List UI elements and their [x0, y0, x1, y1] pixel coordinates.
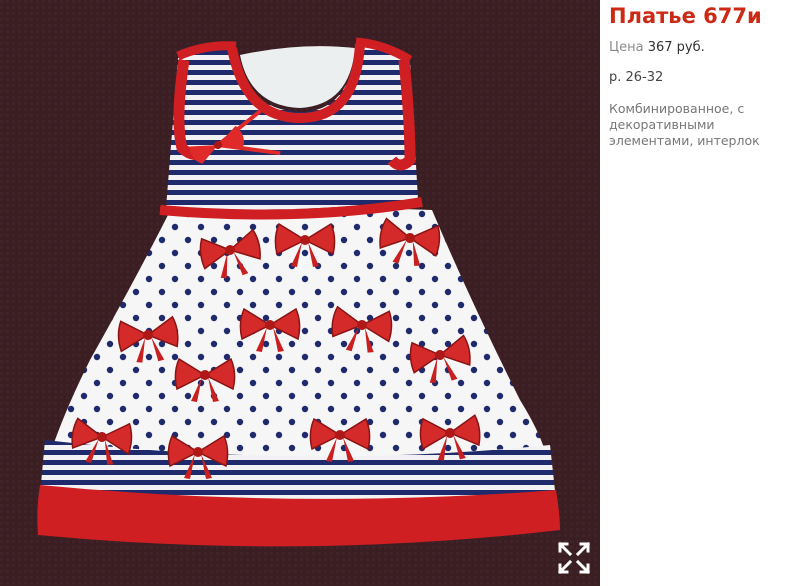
price-label: Цена [609, 40, 644, 55]
expand-arrows-icon [557, 541, 591, 575]
product-photo[interactable] [0, 0, 600, 586]
price-value: 367 руб. [647, 40, 705, 55]
expand-photo-button[interactable] [556, 540, 592, 576]
product-size: р. 26-32 [609, 70, 664, 85]
product-price: Цена 367 руб. [609, 40, 781, 55]
product-title: Платье 677и [609, 4, 762, 28]
product-description: Комбинированное, с декоративными элемент… [609, 101, 760, 148]
product-info: Платье 677и Цена 367 руб. р. 26-32 Комби… [609, 4, 781, 149]
